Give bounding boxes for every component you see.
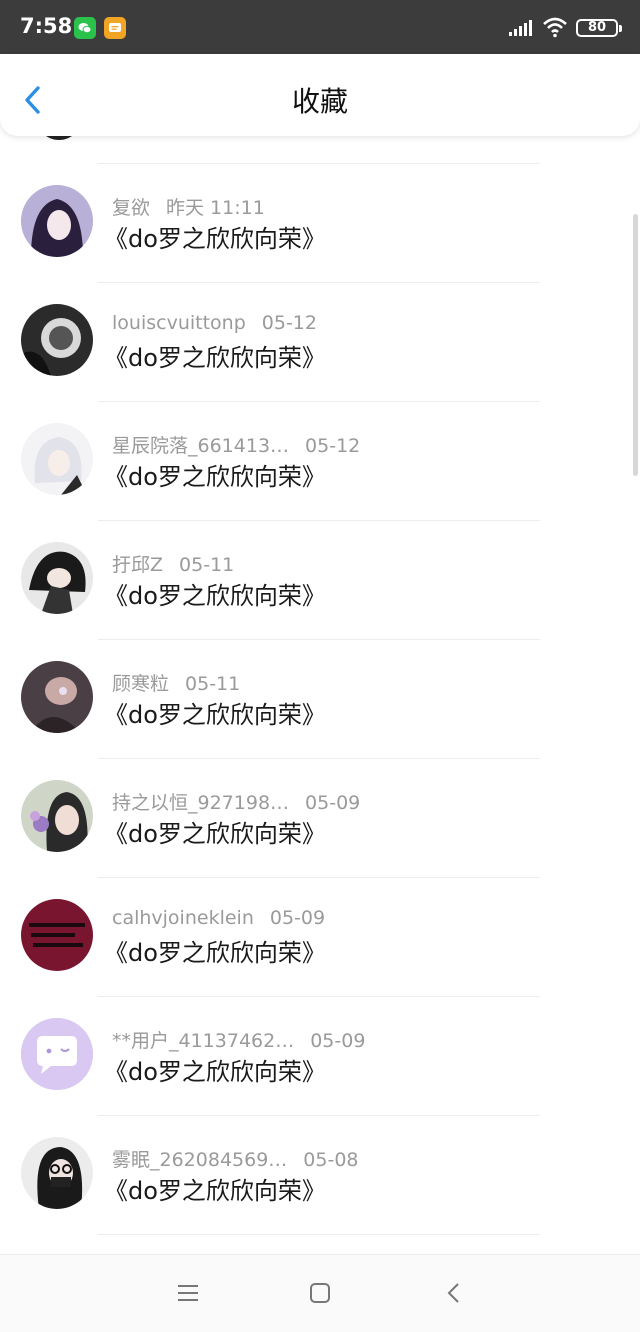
- message-notification-icon: [104, 17, 126, 39]
- avatar[interactable]: [21, 899, 93, 971]
- item-meta: 星辰院落_661413… 05-12: [112, 431, 360, 458]
- item-meta: 持之以恒_927198… 05-09: [112, 788, 360, 815]
- timestamp: 昨天 11:11: [166, 197, 265, 219]
- item-content: 《do罗之欣欣向荣》: [104, 344, 326, 372]
- item-meta: louiscvuittonp 05-12: [112, 312, 317, 334]
- item-content: 《do罗之欣欣向荣》: [104, 225, 326, 253]
- list-item[interactable]: 雾眠_262084569… 05-08 《do罗之欣欣向荣》: [0, 1115, 640, 1234]
- header: 收藏: [0, 54, 640, 136]
- divider: [98, 877, 540, 878]
- divider: [98, 639, 540, 640]
- item-content: 《do罗之欣欣向荣》: [104, 1058, 326, 1086]
- timestamp: 05-12: [305, 435, 361, 457]
- timestamp: 05-12: [261, 312, 317, 334]
- divider: [98, 1115, 540, 1116]
- item-meta: 复欲 昨天 11:11: [112, 193, 265, 220]
- divider: [98, 520, 540, 521]
- list-item[interactable]: 扜邱Z 05-11 《do罗之欣欣向荣》: [0, 520, 640, 639]
- item-content: 《do罗之欣欣向荣》: [104, 820, 326, 848]
- timestamp: 05-08: [303, 1149, 359, 1171]
- avatar[interactable]: [21, 1137, 93, 1209]
- item-meta: 雾眠_262084569… 05-08: [112, 1145, 359, 1172]
- list-item[interactable]: louiscvuittonp 05-12 《do罗之欣欣向荣》: [0, 282, 640, 401]
- item-content: 《do罗之欣欣向荣》: [104, 701, 326, 729]
- user-name[interactable]: 复欲: [112, 197, 150, 219]
- back-triangle-icon[interactable]: [442, 1281, 466, 1305]
- timestamp: 05-11: [179, 554, 235, 576]
- avatar: [36, 136, 82, 140]
- battery-level: 80: [587, 20, 607, 35]
- avatar[interactable]: [21, 304, 93, 376]
- timestamp: 05-09: [310, 1030, 366, 1052]
- avatar[interactable]: [21, 423, 93, 495]
- avatar[interactable]: [21, 542, 93, 614]
- list-item: [0, 1234, 640, 1254]
- avatar[interactable]: [21, 1018, 93, 1090]
- avatar[interactable]: [21, 780, 93, 852]
- divider: [98, 401, 540, 402]
- timestamp: 05-09: [269, 907, 326, 929]
- battery-icon: 80: [576, 19, 622, 37]
- user-name[interactable]: 星辰院落_661413…: [112, 435, 289, 457]
- wifi-icon: [543, 17, 567, 38]
- divider: [98, 758, 540, 759]
- item-meta: calhvjoineklein 05-09: [112, 907, 325, 929]
- home-square-icon[interactable]: [308, 1281, 332, 1305]
- user-name[interactable]: 扜邱Z: [112, 554, 163, 576]
- timestamp: 05-11: [185, 673, 241, 695]
- scrollbar[interactable]: [633, 214, 638, 476]
- timestamp: 05-09: [305, 792, 361, 814]
- divider: [98, 1234, 540, 1235]
- wechat-notification-icon: [74, 17, 96, 39]
- status-time: 7:58: [20, 14, 73, 38]
- status-bar: 7:58 80: [0, 0, 640, 54]
- divider: [98, 163, 540, 164]
- user-name[interactable]: 雾眠_262084569…: [112, 1149, 287, 1171]
- item-content: 《do罗之欣欣向荣》: [104, 939, 326, 967]
- user-name[interactable]: 顾寒粒: [112, 673, 169, 695]
- item-meta: 顾寒粒 05-11: [112, 669, 240, 696]
- user-name[interactable]: louiscvuittonp: [112, 312, 246, 334]
- list-item[interactable]: 持之以恒_927198… 05-09 《do罗之欣欣向荣》: [0, 758, 640, 877]
- avatar[interactable]: [21, 661, 93, 733]
- item-meta: 扜邱Z 05-11: [112, 550, 234, 577]
- favorites-list: 复欲 昨天 11:11 《do罗之欣欣向荣》 louiscvuittonp 05-1…: [0, 136, 640, 1254]
- user-name[interactable]: 持之以恒_927198…: [112, 792, 289, 814]
- divider: [98, 996, 540, 997]
- divider: [98, 282, 540, 283]
- list-item[interactable]: **用户_41137462… 05-09 《do罗之欣欣向荣》: [0, 996, 640, 1115]
- menu-icon[interactable]: [176, 1281, 200, 1305]
- item-content: 《do罗之欣欣向荣》: [104, 463, 326, 491]
- item-meta: **用户_41137462… 05-09: [112, 1026, 365, 1053]
- item-content: 《do罗之欣欣向荣》: [104, 1177, 326, 1205]
- user-name[interactable]: **用户_41137462…: [112, 1030, 294, 1052]
- user-name[interactable]: calhvjoineklein: [112, 907, 254, 929]
- list-item[interactable]: 复欲 昨天 11:11 《do罗之欣欣向荣》: [0, 163, 640, 282]
- signal-icon: [509, 20, 532, 36]
- list-item[interactable]: calhvjoineklein 05-09 《do罗之欣欣向荣》: [0, 877, 640, 996]
- avatar[interactable]: [21, 185, 93, 257]
- list-item[interactable]: 星辰院落_661413… 05-12 《do罗之欣欣向荣》: [0, 401, 640, 520]
- list-item[interactable]: 顾寒粒 05-11 《do罗之欣欣向荣》: [0, 639, 640, 758]
- page-title: 收藏: [291, 85, 348, 118]
- item-content: 《do罗之欣欣向荣》: [104, 582, 326, 610]
- system-nav-bar: [0, 1254, 640, 1332]
